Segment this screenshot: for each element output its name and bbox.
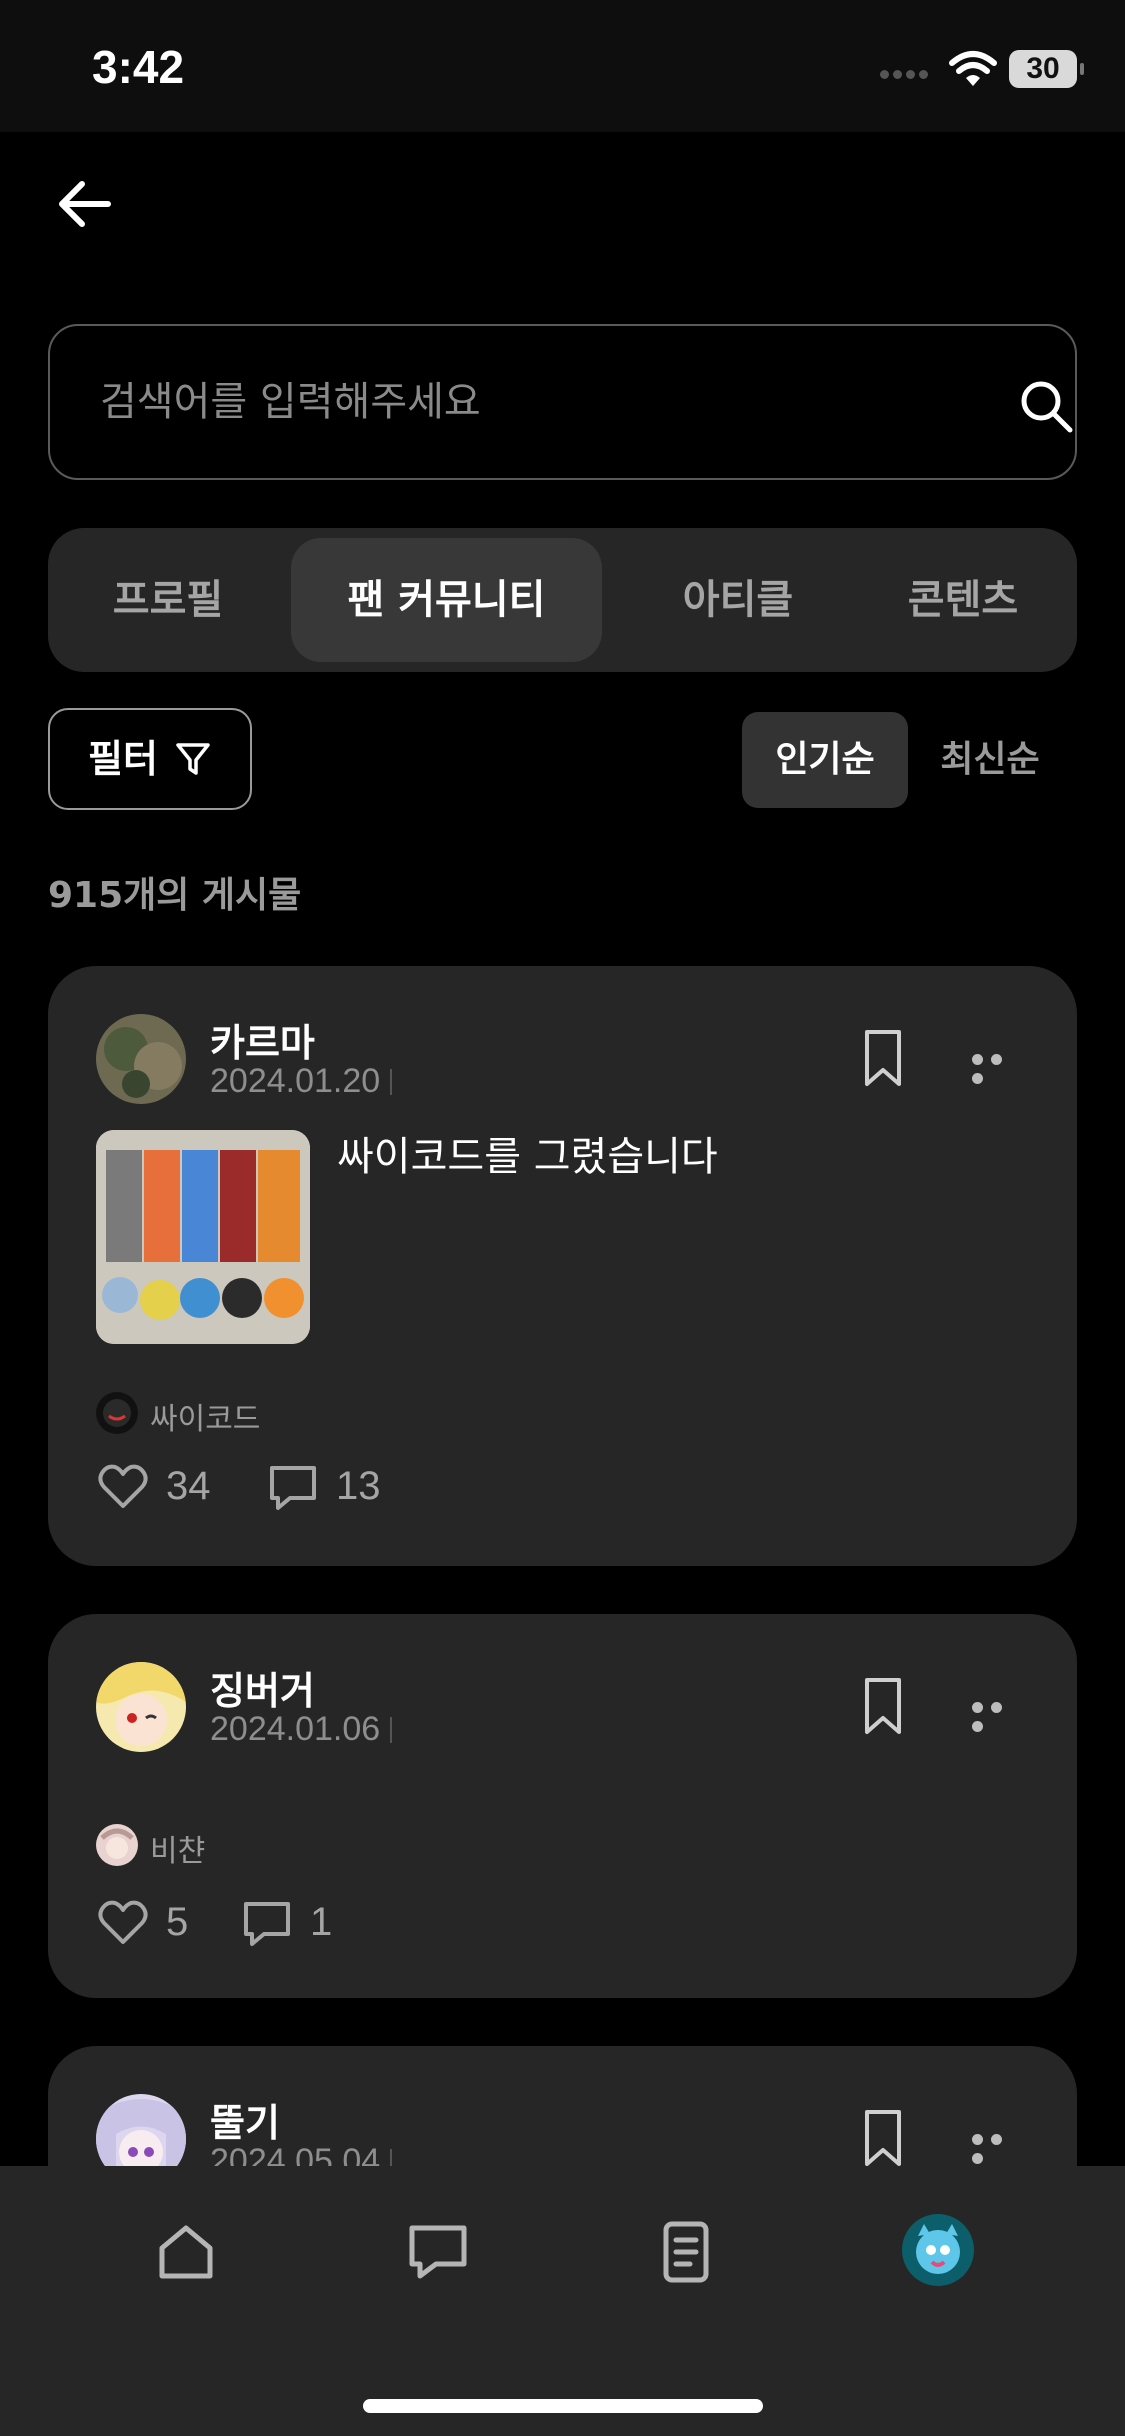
post-stats: 5 1 [96,1896,496,1952]
bookmark-icon[interactable] [863,1028,903,1088]
bottom-nav [0,2166,1125,2436]
filter-icon [176,743,210,775]
like-count: 5 [166,1900,189,1944]
comment-icon[interactable] [266,1460,320,1514]
more-options-icon[interactable] [972,1050,1024,1084]
community-name: 싸이코드 [150,1402,261,1437]
tab-fan-community[interactable]: 팬 커뮤니티 [291,538,602,662]
comment-count: 13 [336,1464,381,1508]
home-icon[interactable] [150,2216,222,2288]
chat-icon[interactable] [402,2216,474,2288]
post-thumbnail[interactable] [96,1130,310,1344]
post-count: 915개의 게시물 [48,875,302,916]
search-icon[interactable] [1016,376,1076,436]
community-avatar [96,1392,138,1434]
sort-popular-button[interactable]: 인기순 [742,712,908,808]
battery-level: 30 [1026,52,1060,85]
heart-icon[interactable] [96,1460,150,1514]
tab-bar: 프로필 팬 커뮤니티 아티클 콘텐츠 [48,528,1077,672]
comment-icon[interactable] [240,1896,294,1950]
search-box [48,324,1077,480]
document-icon[interactable] [650,2216,722,2288]
battery-icon: 30 [1009,50,1084,88]
heart-icon[interactable] [96,1896,150,1950]
author-name[interactable]: 징버거 [210,1660,315,1715]
post-date: 2024.01.20 [210,1062,392,1101]
comment-count: 1 [310,1900,333,1944]
bookmark-icon[interactable] [863,2108,903,2168]
bookmark-icon[interactable] [863,1676,903,1736]
post-stats: 34 13 [96,1460,496,1516]
more-options-icon[interactable] [972,1698,1024,1732]
community-name: 비챤 [150,1834,206,1869]
status-bar: 3:42 30 [0,0,1125,132]
tab-article[interactable]: 아티클 [618,538,858,662]
post-text[interactable]: 싸이코드를 그렸습니다 [337,1124,718,1182]
author-name[interactable]: 뚤기 [210,2092,280,2147]
tab-profile[interactable]: 프로필 [48,538,288,662]
status-time: 3:42 [92,41,185,93]
post-card[interactable]: 카르마 2024.01.20 싸이코드를 그렸습니다 싸이코드 34 13 [48,966,1077,1566]
filter-label: 필터 [88,737,158,781]
signal-icon [880,64,932,79]
filter-button[interactable]: 필터 [48,708,252,810]
author-name[interactable]: 카르마 [210,1012,315,1067]
tab-content[interactable]: 콘텐츠 [848,538,1078,662]
community-avatar [96,1824,138,1866]
back-arrow-icon[interactable] [52,172,116,236]
wifi-icon [949,51,997,86]
post-card[interactable]: 징버거 2024.01.06 비챤 5 1 [48,1614,1077,1998]
profile-avatar[interactable] [902,2214,974,2286]
author-avatar[interactable] [96,1662,186,1752]
post-date: 2024.01.06 [210,1710,392,1749]
home-indicator [363,2399,763,2413]
search-input[interactable] [100,366,950,438]
more-options-icon[interactable] [972,2130,1024,2164]
author-avatar[interactable] [96,1014,186,1104]
sort-latest-button[interactable]: 최신순 [920,712,1060,808]
like-count: 34 [166,1464,211,1508]
